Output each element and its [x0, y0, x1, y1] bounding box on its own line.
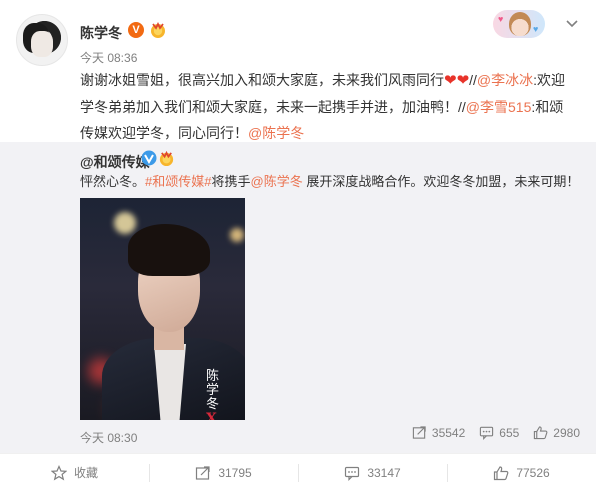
comment-icon: [480, 426, 494, 440]
repost-content: 怦然心冬。#和颂传媒#将携手@陈学冬 展开深度战略合作。欢迎冬冬加盟，未来可期！: [80, 172, 580, 192]
author-name[interactable]: 陈学冬: [80, 23, 122, 43]
thumbs-up-icon: [534, 426, 548, 440]
mention-link[interactable]: @陈学冬: [251, 174, 303, 189]
mention-link[interactable]: @李雪515: [466, 99, 532, 115]
like-button[interactable]: 77526: [447, 454, 596, 491]
comment-icon: [345, 466, 360, 481]
repost-comment-stat[interactable]: 655: [479, 425, 519, 440]
mention-link[interactable]: @陈学冬: [248, 125, 304, 141]
post-text: 展开深度战略合作。欢迎冬冬加盟，未来可期！: [302, 174, 580, 189]
repost-share-stat[interactable]: 35542: [412, 425, 465, 440]
author-avatar[interactable]: [16, 14, 68, 66]
mention-link[interactable]: @李冰冰: [477, 72, 533, 88]
repost-time[interactable]: 今天 08:30: [80, 429, 137, 446]
photo-signature: 陈 学 冬 X: [206, 369, 220, 421]
favorite-button[interactable]: 收藏: [0, 454, 149, 491]
share-icon: [196, 465, 210, 480]
fan-badge-icon[interactable]: ♥ ♥: [493, 10, 545, 38]
verified-badge-icon: V: [128, 22, 144, 38]
repost-author[interactable]: @和颂传媒: [80, 152, 150, 172]
repost-button[interactable]: 31795: [149, 454, 298, 491]
post-text: 将携手: [211, 174, 251, 189]
repost-stats: 35542 655 2980: [412, 425, 580, 440]
action-bar: 收藏 31795 33147 77526: [0, 453, 596, 491]
mention-link[interactable]: #和颂传媒#: [145, 174, 211, 189]
post-text: //: [469, 72, 477, 88]
star-icon: [50, 464, 67, 480]
post-text: 谢谢冰姐雪姐，很高兴加入和颂大家庭，未来我们风雨同行: [80, 72, 444, 88]
medal-icon: [159, 150, 174, 167]
heart-emoji-icon: ❤❤: [444, 72, 470, 89]
weibo-post-card: 陈学冬 V 今天 08:36 ♥ ♥ 谢谢冰姐雪姐，很高兴加入和颂大家庭，未来我…: [0, 0, 596, 491]
post-text: 怦然心冬。: [80, 174, 146, 189]
verified-blue-icon: [141, 150, 157, 166]
post-time[interactable]: 今天 08:36: [80, 49, 137, 66]
repost-photo[interactable]: 陈 学 冬 X: [80, 198, 245, 420]
repost-like-stat[interactable]: 2980: [533, 425, 580, 440]
thumbs-up-icon: [494, 465, 509, 480]
share-icon: [412, 426, 426, 439]
chevron-down-icon[interactable]: [565, 16, 579, 30]
medal-icon: [151, 21, 165, 38]
comment-button[interactable]: 33147: [298, 454, 447, 491]
repost-block: @和颂传媒 怦然心冬。#和颂传媒#将携手@陈学冬 展开深度战略合作。欢迎冬冬加盟…: [0, 142, 596, 453]
post-content: 谢谢冰姐雪姐，很高兴加入和颂大家庭，未来我们风雨同行❤❤//@李冰冰:欢迎学冬弟…: [80, 67, 576, 146]
